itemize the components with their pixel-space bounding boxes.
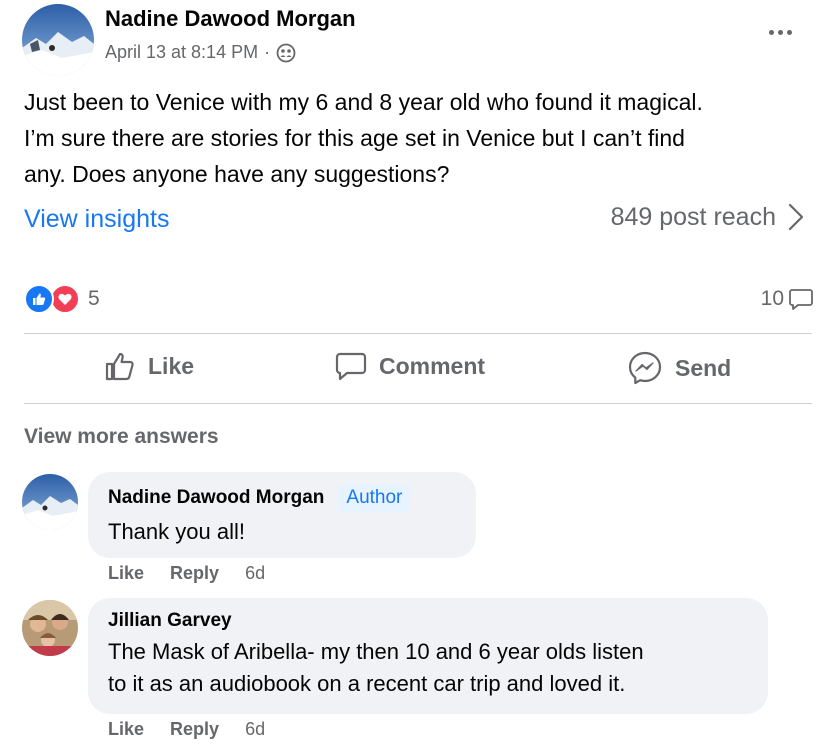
group-icon — [276, 43, 296, 63]
post-text-line: I’m sure there are stories for this age … — [24, 125, 685, 151]
comment-actions: Like Reply 6d — [108, 563, 265, 584]
author-badge: Author — [338, 484, 411, 512]
comment-text: Thank you all! — [108, 519, 245, 544]
post-text: Just been to Venice with my 6 and 8 year… — [24, 84, 814, 192]
love-reaction-icon — [50, 284, 80, 314]
comment-icon — [335, 350, 367, 382]
send-button-label: Send — [675, 354, 732, 381]
commenter-avatar[interactable] — [22, 600, 78, 656]
comment-bubble: Nadine Dawood Morgan Author Thank you al… — [88, 472, 476, 558]
thumbs-up-icon — [104, 350, 136, 382]
comment-actions: Like Reply 6d — [108, 719, 265, 740]
send-button[interactable]: Send — [627, 350, 731, 386]
comment-like-button[interactable]: Like — [108, 719, 144, 740]
reaction-count: 5 — [88, 287, 100, 310]
divider — [24, 403, 812, 404]
divider — [24, 333, 812, 334]
comment-button-label: Comment — [379, 352, 486, 379]
comment-time[interactable]: 6d — [245, 719, 265, 740]
reactions-summary[interactable]: 5 — [24, 284, 100, 314]
like-reaction-icon — [24, 284, 54, 314]
view-insights-link[interactable]: View insights — [24, 205, 169, 234]
like-button-label: Like — [148, 352, 195, 379]
post-author-avatar[interactable] — [22, 4, 94, 76]
comment-author-name[interactable]: Nadine Dawood Morgan — [108, 487, 324, 509]
comment-text-line: The Mask of Aribella- my then 10 and 6 y… — [108, 639, 644, 664]
commenter-avatar[interactable] — [22, 474, 78, 530]
comment-text: The Mask of Aribella- my then 10 and 6 y… — [108, 636, 748, 700]
comment-like-button[interactable]: Like — [108, 563, 144, 584]
more-options-icon[interactable] — [762, 22, 798, 42]
comment-bubble-icon — [788, 286, 814, 312]
post-reach-text: 849 post reach — [610, 202, 776, 231]
comment-time[interactable]: 6d — [245, 563, 265, 584]
post-reach[interactable]: 849 post reach — [611, 202, 804, 232]
meta-separator: · — [264, 42, 271, 62]
messenger-icon — [627, 350, 663, 386]
post-author-name[interactable]: Nadine Dawood Morgan — [105, 6, 356, 32]
comment-bubble: Jillian Garvey The Mask of Aribella- my … — [88, 598, 768, 714]
comment-button[interactable]: Comment — [335, 350, 485, 382]
comment-header: Nadine Dawood Morgan Author — [108, 484, 456, 512]
comment-author-name[interactable]: Jillian Garvey — [108, 610, 232, 632]
comment-count-value: 10 — [760, 287, 784, 310]
chevron-right-icon — [788, 202, 804, 232]
view-more-answers-link[interactable]: View more answers — [24, 425, 219, 449]
post-text-line: any. Does anyone have any suggestions? — [24, 161, 450, 187]
like-button[interactable]: Like — [104, 350, 194, 382]
comment-reply-button[interactable]: Reply — [170, 563, 219, 584]
post-meta: April 13 at 8:14 PM · — [105, 42, 296, 63]
post-text-line: Just been to Venice with my 6 and 8 year… — [24, 89, 703, 115]
comment-count[interactable]: 10 — [761, 286, 814, 312]
comment-header: Jillian Garvey — [108, 610, 748, 632]
comment-reply-button[interactable]: Reply — [170, 719, 219, 740]
post-timestamp[interactable]: April 13 at 8:14 PM — [105, 42, 258, 63]
comment-text-line: to it as an audiobook on a recent car tr… — [108, 671, 626, 696]
